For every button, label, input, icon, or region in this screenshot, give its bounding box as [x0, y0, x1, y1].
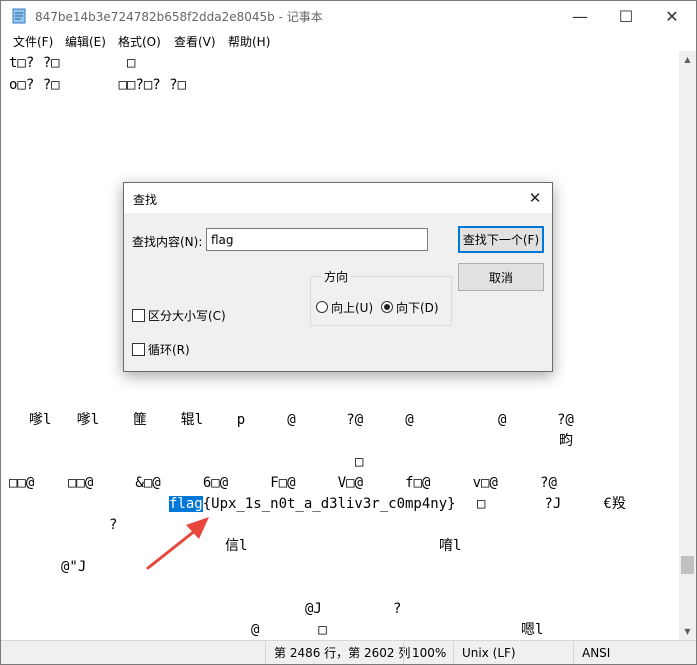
- direction-title: 方向: [321, 268, 352, 285]
- wrap-label[interactable]: 循环(R): [148, 341, 190, 358]
- cancel-button[interactable]: 取消: [458, 263, 544, 291]
- direction-up-radio[interactable]: [316, 301, 328, 313]
- radio-selected-dot: [384, 304, 390, 310]
- dialog-close-icon[interactable]: ✕: [524, 187, 546, 209]
- match-case-checkbox[interactable]: [132, 309, 145, 322]
- direction-group: 方向 向上(U) 向下(D): [310, 268, 452, 326]
- direction-up-label[interactable]: 向上(U): [331, 299, 373, 316]
- wrap-checkbox[interactable]: [132, 343, 145, 356]
- direction-down-radio[interactable]: [381, 301, 393, 313]
- notepad-window: 847be14b3e724782b658f2dda2e8045b - 记事本 —…: [0, 0, 697, 665]
- find-what-label: 查找内容(N):: [132, 235, 203, 249]
- dialog-title: 查找: [133, 193, 158, 207]
- direction-down-label[interactable]: 向下(D): [396, 299, 439, 316]
- find-next-button[interactable]: 查找下一个(F): [458, 226, 544, 253]
- dialog-title-bar: 查找 ✕: [124, 183, 552, 213]
- find-input[interactable]: [206, 228, 428, 251]
- match-case-label[interactable]: 区分大小写(C): [148, 307, 226, 324]
- find-dialog: 查找 ✕ 查找内容(N): 查找下一个(F) 取消 方向 向上(U) 向下(D)…: [123, 182, 553, 372]
